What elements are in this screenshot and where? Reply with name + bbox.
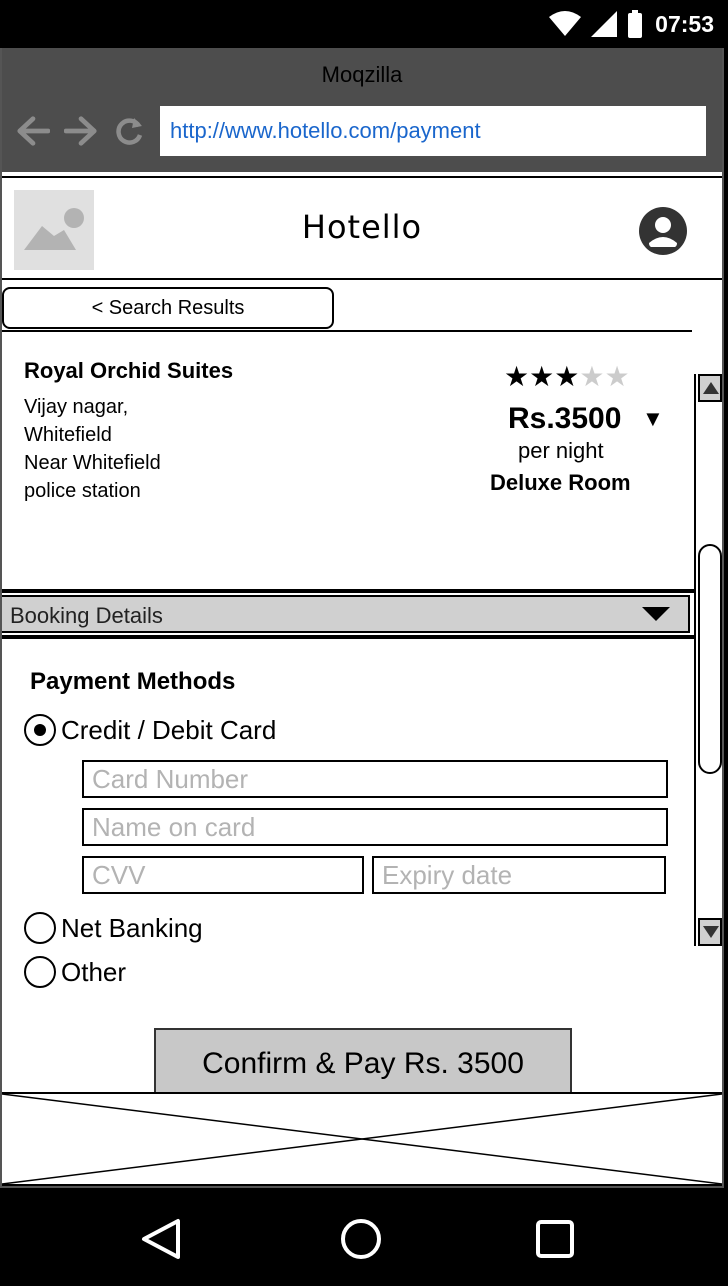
star-filled-icon: ★ — [504, 361, 530, 392]
card-number-input[interactable]: Card Number — [82, 760, 668, 798]
hotel-name: Royal Orchid Suites — [24, 358, 234, 383]
status-icons: 07:53 — [549, 0, 714, 48]
star-empty-icon: ★ — [604, 361, 630, 392]
scroll-down-button[interactable] — [698, 918, 722, 946]
booking-details-accordion[interactable]: Booking Details — [2, 589, 696, 639]
payment-option-label: Credit / Debit Card — [61, 714, 277, 745]
signal-icon — [591, 11, 618, 37]
radio-button-selected[interactable] — [24, 714, 56, 746]
hotel-address-line: Vijay nagar, — [24, 396, 129, 418]
price-dropdown-caret-icon[interactable]: ▼ — [642, 406, 664, 432]
hotel-address-line: Whitefield — [24, 424, 112, 446]
radio-button[interactable] — [24, 956, 56, 988]
star-filled-icon: ★ — [529, 361, 555, 392]
chevron-down-icon — [642, 607, 670, 621]
expiry-date-input[interactable]: Expiry date — [372, 856, 666, 894]
reload-icon[interactable] — [112, 114, 146, 148]
radio-button[interactable] — [24, 912, 56, 944]
star-filled-icon: ★ — [554, 361, 580, 392]
star-rating: ★★★★★ — [504, 360, 630, 393]
scrollbar[interactable] — [694, 374, 722, 946]
footer-placeholder — [2, 1092, 722, 1186]
browser-toolbar: Moqzilla http://www.hotello.com/payment — [2, 48, 722, 172]
booking-details-header[interactable]: Booking Details — [2, 595, 690, 633]
status-time: 07:53 — [655, 10, 714, 37]
star-empty-icon: ★ — [579, 361, 605, 392]
price-unit: per night — [518, 438, 604, 463]
back-triangle-icon[interactable] — [140, 1218, 182, 1260]
app-header: Hotello — [2, 176, 722, 280]
name-on-card-input[interactable]: Name on card — [82, 808, 668, 846]
recents-square-icon[interactable] — [534, 1218, 576, 1260]
room-price: Rs.3500 — [508, 402, 622, 435]
payment-option-net-banking[interactable]: Net Banking — [24, 912, 203, 944]
hotel-address-line: police station — [24, 480, 141, 502]
android-nav-bar — [0, 1188, 728, 1286]
placeholder-cross-icon — [2, 1094, 722, 1184]
forward-arrow-icon[interactable] — [64, 114, 98, 148]
status-bar: 07:53 — [0, 0, 728, 48]
payment-option-label: Net Banking — [61, 912, 203, 943]
payment-option-other[interactable]: Other — [24, 956, 126, 988]
scrollbar-thumb[interactable] — [698, 544, 722, 774]
app-title: Hotello — [301, 208, 423, 246]
home-circle-icon[interactable] — [340, 1218, 382, 1260]
scroll-up-button[interactable] — [698, 374, 722, 402]
battery-icon — [628, 10, 643, 38]
cvv-input[interactable]: CVV — [82, 856, 364, 894]
hotel-address-line: Near Whitefield — [24, 452, 161, 474]
room-type: Deluxe Room — [490, 470, 631, 495]
payment-option-label: Other — [61, 956, 127, 987]
arrow-down-icon — [703, 926, 719, 938]
wifi-icon — [549, 11, 582, 36]
arrow-up-icon — [703, 382, 719, 394]
back-to-search-results-button[interactable]: < Search Results — [2, 287, 334, 329]
browser-title: Moqzilla — [321, 62, 403, 87]
confirm-pay-button[interactable]: Confirm & Pay Rs. 3500 — [154, 1028, 572, 1100]
booking-details-label: Booking Details — [10, 603, 163, 628]
user-account-icon[interactable] — [638, 206, 688, 256]
url-field[interactable]: http://www.hotello.com/payment — [160, 106, 706, 156]
payment-option-card[interactable]: Credit / Debit Card — [24, 714, 276, 746]
hotel-card: Royal Orchid Suites Vijay nagar, Whitefi… — [2, 330, 692, 542]
payment-methods-title: Payment Methods — [30, 668, 236, 695]
browser-window: Moqzilla http://www.hotello.com/payment … — [0, 48, 724, 1188]
back-arrow-icon[interactable] — [16, 114, 50, 148]
